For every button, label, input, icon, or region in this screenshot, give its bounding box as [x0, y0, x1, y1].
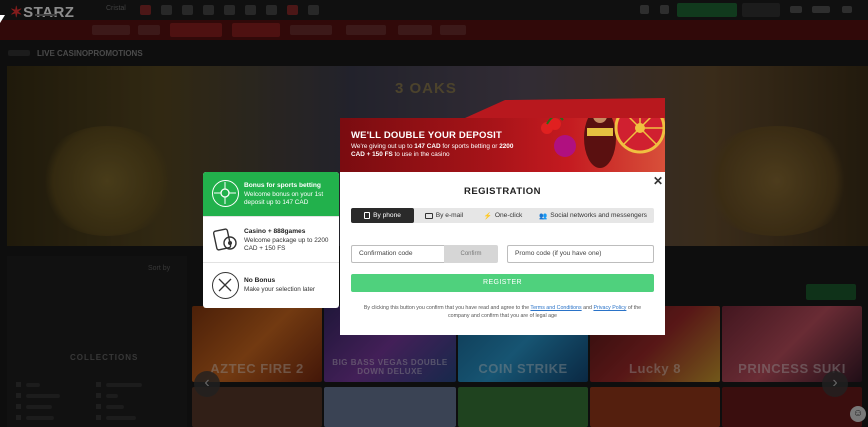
registration-tabs: By phone By e-mail ⚡ One-click 👥 Social … [351, 208, 654, 223]
promo-illustration [541, 118, 665, 168]
tab-one-click[interactable]: ⚡ One-click [474, 208, 532, 223]
bonus-option-desc: Welcome package up to 2200 CAD + 150 FS [244, 237, 329, 252]
bonus-option-none[interactable]: No Bonus Make your selection later [203, 263, 339, 308]
registration-modal: ✕ REGISTRATION By phone By e-mail ⚡ One-… [340, 172, 665, 335]
soccer-ball-icon [212, 180, 239, 207]
email-icon [424, 212, 433, 219]
terms-link[interactable]: Terms and Conditions [530, 305, 581, 311]
privacy-link[interactable]: Privacy Policy [593, 305, 626, 311]
bonus-option-title: No Bonus [244, 277, 276, 284]
tab-social-networks[interactable]: 👥 Social networks and messengers [532, 208, 654, 223]
bonus-option-title: Bonus for sports betting [244, 182, 321, 189]
mouse-cursor-icon [0, 15, 5, 23]
bonus-option-title: Casino + 888games [244, 228, 306, 235]
bonus-option-sports[interactable]: Bonus for sports betting Welcome bonus o… [203, 172, 339, 217]
register-button[interactable]: REGISTER [351, 274, 654, 292]
bonus-option-desc: Welcome bonus on your 1st deposit up to … [244, 191, 324, 206]
bonus-option-desc: Make your selection later [244, 286, 316, 293]
tab-by-phone[interactable]: By phone [351, 208, 414, 223]
casino-cards-icon [212, 226, 239, 253]
promo-banner: WE'LL DOUBLE YOUR DEPOSIT We're giving o… [340, 118, 665, 172]
modal-title: REGISTRATION [463, 186, 542, 197]
phone-icon [364, 212, 371, 219]
lightning-icon: ⚡ [483, 212, 492, 220]
tab-by-email[interactable]: By e-mail [414, 208, 474, 223]
no-bonus-icon [212, 272, 239, 299]
bonus-selection-panel: Bonus for sports betting Welcome bonus o… [203, 172, 339, 308]
promo-code-input[interactable]: Promo code (if you have one) [507, 245, 654, 263]
promo-text: We're giving out up to 147 CAD for sport… [351, 143, 514, 158]
terms-text: By clicking this button you confirm that… [363, 305, 642, 319]
promo-title: WE'LL DOUBLE YOUR DEPOSIT [351, 130, 503, 141]
confirm-button[interactable]: Confirm [444, 245, 498, 263]
bonus-option-casino[interactable]: Casino + 888games Welcome package up to … [203, 217, 339, 263]
people-icon: 👥 [539, 212, 548, 220]
promo-banner-top [465, 98, 665, 118]
confirmation-code-input[interactable]: Confirmation code [351, 245, 445, 263]
